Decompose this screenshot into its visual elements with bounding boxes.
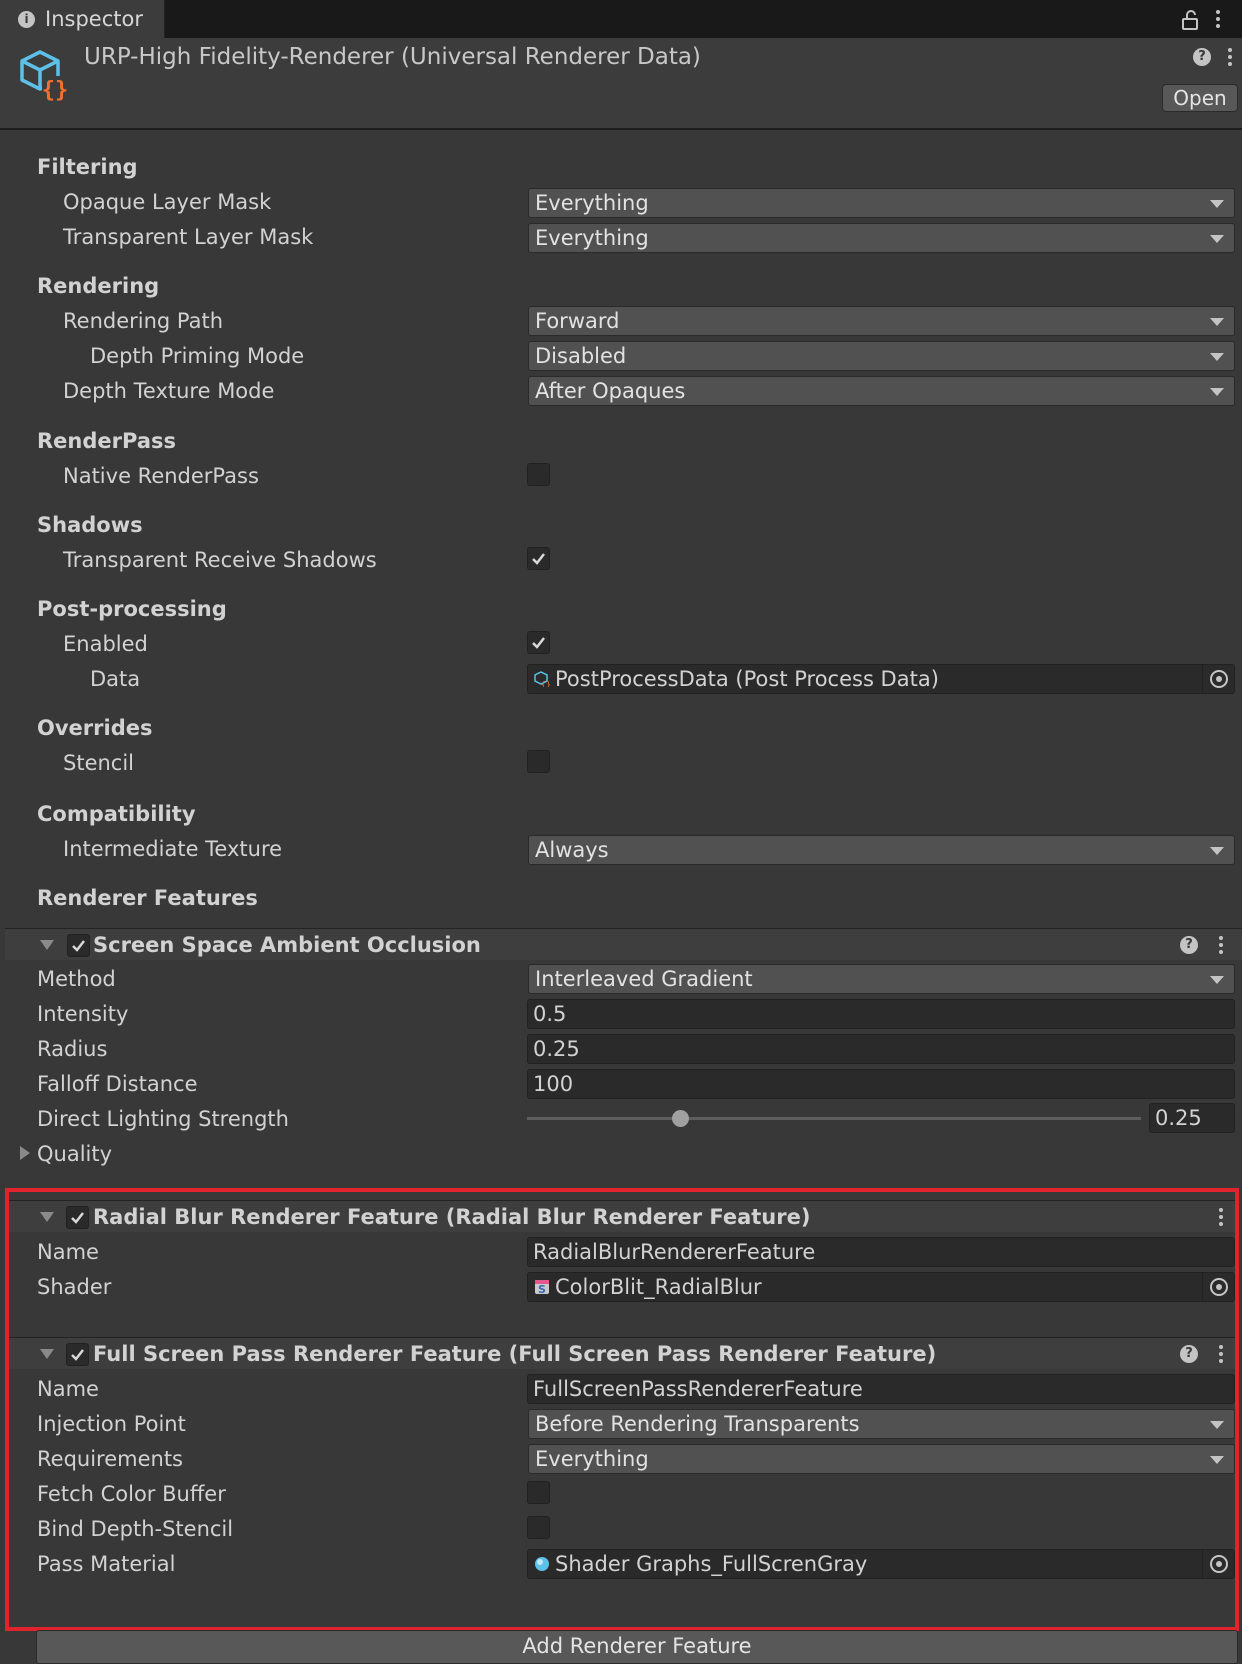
help-icon[interactable]: ? <box>1180 936 1198 954</box>
ssao-method-label: Method <box>37 967 116 991</box>
ssao-feature-header[interactable]: Screen Space Ambient Occlusion ? <box>5 928 1242 960</box>
opaque-layer-mask-label: Opaque Layer Mask <box>63 190 272 214</box>
ssao-falloff-field[interactable]: 100 <box>527 1069 1235 1099</box>
pp-enabled-checkbox[interactable] <box>527 631 550 654</box>
section-renderpass: RenderPass <box>37 429 176 453</box>
pp-data-object-field[interactable]: {} PostProcessData (Post Process Data) <box>527 664 1235 694</box>
checkmark-icon <box>532 553 545 565</box>
post-process-data-icon: {} <box>534 671 550 687</box>
pp-enabled-label: Enabled <box>63 632 148 656</box>
stencil-label: Stencil <box>63 751 135 775</box>
depth-priming-mode-label: Depth Priming Mode <box>90 344 305 368</box>
svg-text:{}: {} <box>541 680 550 687</box>
section-filtering: Filtering <box>37 155 138 179</box>
help-icon[interactable]: ? <box>1193 48 1211 66</box>
chevron-down-icon <box>1210 200 1224 208</box>
info-icon: i <box>18 11 35 28</box>
inspector-header: {} URP-High Fidelity-Renderer (Universal… <box>0 38 1242 130</box>
add-renderer-feature-button[interactable]: Add Renderer Feature <box>36 1630 1238 1664</box>
ssao-radius-field[interactable]: 0.25 <box>527 1034 1235 1064</box>
asset-title: URP-High Fidelity-Renderer (Universal Re… <box>84 44 701 70</box>
ssao-intensity-label: Intensity <box>37 1002 129 1026</box>
transparent-layer-mask-dropdown[interactable]: Everything <box>528 223 1235 253</box>
chevron-down-icon <box>1210 353 1224 361</box>
direct-lighting-slider-track[interactable] <box>527 1117 1141 1120</box>
ssao-falloff-label: Falloff Distance <box>37 1072 198 1096</box>
section-post-processing: Post-processing <box>37 597 227 621</box>
tab-label: Inspector <box>45 7 143 31</box>
stencil-checkbox[interactable] <box>527 750 550 773</box>
chevron-down-icon <box>1210 847 1224 855</box>
intermediate-texture-label: Intermediate Texture <box>63 837 283 861</box>
ssao-radius-label: Radius <box>37 1037 108 1061</box>
intermediate-texture-dropdown[interactable]: Always <box>528 835 1235 865</box>
chevron-down-icon <box>1210 318 1224 326</box>
chevron-down-icon <box>1210 388 1224 396</box>
section-renderer-features: Renderer Features <box>37 886 258 910</box>
ssao-direct-lighting-field[interactable]: 0.25 <box>1149 1103 1235 1133</box>
ssao-menu-icon[interactable] <box>1218 936 1224 957</box>
section-shadows: Shadows <box>37 513 143 537</box>
direct-lighting-slider-thumb[interactable] <box>672 1110 689 1127</box>
object-picker-icon[interactable] <box>1202 665 1234 693</box>
ssao-intensity-field[interactable]: 0.5 <box>527 999 1235 1029</box>
native-renderpass-checkbox[interactable] <box>527 463 550 486</box>
svg-text:{}: {} <box>42 78 69 102</box>
ssao-enabled-checkbox[interactable] <box>67 934 90 957</box>
ssao-title: Screen Space Ambient Occlusion <box>93 933 481 957</box>
tab-bar: i Inspector <box>0 0 1242 38</box>
rendering-path-label: Rendering Path <box>63 309 224 333</box>
opaque-layer-mask-dropdown[interactable]: Everything <box>528 188 1235 218</box>
transparent-layer-mask-label: Transparent Layer Mask <box>63 225 314 249</box>
native-renderpass-label: Native RenderPass <box>63 464 259 488</box>
ssao-direct-lighting-label: Direct Lighting Strength <box>37 1107 289 1131</box>
tab-inspector[interactable]: i Inspector <box>0 0 165 38</box>
header-menu-icon[interactable] <box>1227 48 1233 69</box>
pp-data-label: Data <box>90 667 141 691</box>
transparent-receive-shadows-label: Transparent Receive Shadows <box>63 548 377 572</box>
ssao-quality-label[interactable]: Quality <box>37 1142 112 1166</box>
section-compatibility: Compatibility <box>37 802 196 826</box>
chevron-down-icon <box>1210 976 1224 984</box>
checkmark-icon <box>72 940 85 952</box>
section-overrides: Overrides <box>37 716 153 740</box>
checkmark-icon <box>532 637 545 649</box>
quality-foldout-icon[interactable] <box>20 1146 30 1160</box>
transparent-receive-shadows-checkbox[interactable] <box>527 547 550 570</box>
chevron-down-icon <box>1210 235 1224 243</box>
highlight-frame <box>5 1188 1239 1631</box>
ssao-method-dropdown[interactable]: Interleaved Gradient <box>528 964 1235 994</box>
foldout-arrow-icon[interactable] <box>40 940 54 950</box>
depth-priming-mode-dropdown[interactable]: Disabled <box>528 341 1235 371</box>
renderer-data-asset-icon: {} <box>20 50 69 102</box>
depth-texture-mode-dropdown[interactable]: After Opaques <box>528 376 1235 406</box>
section-rendering: Rendering <box>37 274 160 298</box>
open-button[interactable]: Open <box>1162 84 1238 112</box>
rendering-path-dropdown[interactable]: Forward <box>528 306 1235 336</box>
tab-menu-icon[interactable] <box>1215 10 1221 31</box>
lock-icon[interactable] <box>1179 8 1203 32</box>
depth-texture-mode-label: Depth Texture Mode <box>63 379 275 403</box>
